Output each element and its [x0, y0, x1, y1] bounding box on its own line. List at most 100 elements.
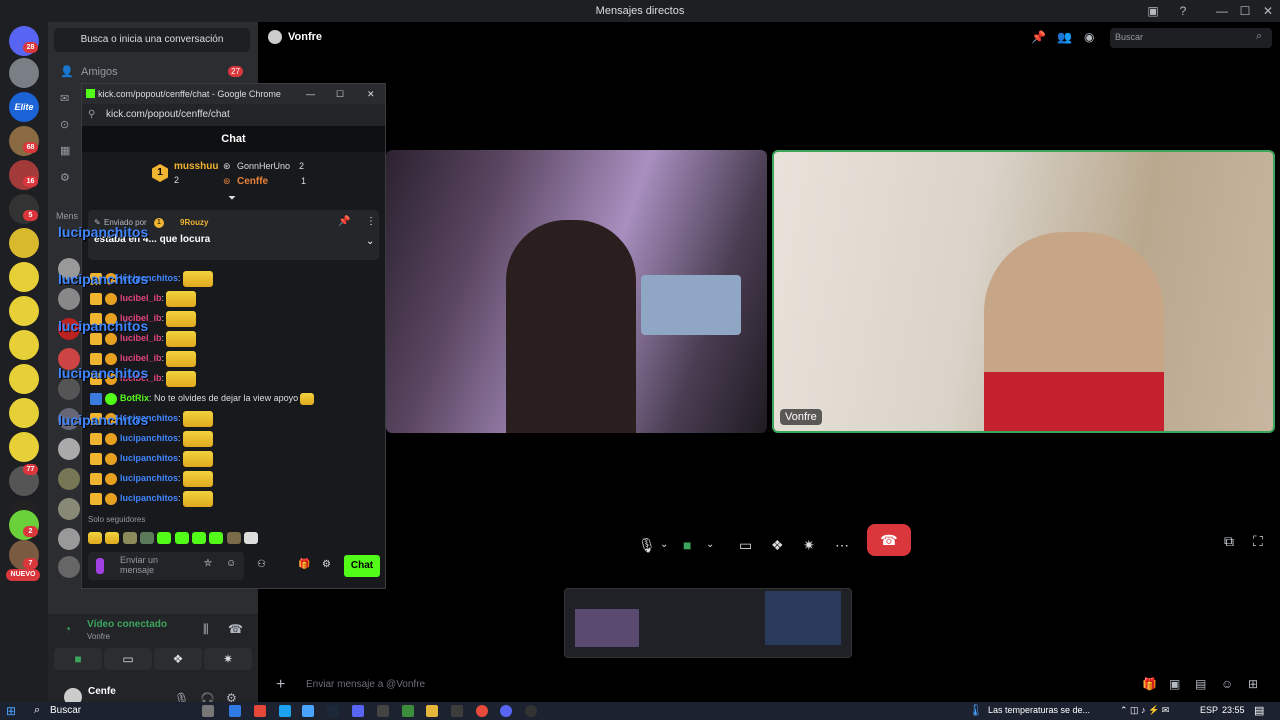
search-input[interactable]: Buscar ⌕ — [1110, 28, 1272, 48]
translate-icon[interactable]: ⛥ — [204, 558, 212, 569]
more-icon[interactable]: ⋮ — [366, 216, 376, 227]
friends-item[interactable]: 👤 Amigos 27 — [56, 61, 252, 83]
tray-icons[interactable]: ⌃ ◫ ♪ ⚡ ✉ — [1120, 705, 1169, 716]
disconnect-icon[interactable]: ☎ — [228, 622, 243, 636]
app-icon[interactable] — [229, 705, 241, 717]
emote-icon[interactable] — [174, 531, 189, 544]
emote-icon[interactable] — [140, 531, 155, 544]
gift-icon[interactable]: 🎁 — [1142, 677, 1157, 691]
camera-button[interactable]: ■ — [54, 648, 102, 670]
chat-username[interactable]: lucipanchitos — [120, 453, 178, 463]
chat-username[interactable]: lucipanchitos — [120, 493, 178, 503]
chat-username[interactable]: lucipanchitos — [120, 433, 178, 443]
screenshare-button[interactable]: ▭ — [104, 648, 152, 670]
server-icon[interactable] — [9, 296, 39, 326]
chat-username[interactable]: lucibel_ib — [120, 353, 162, 363]
soundboard-button[interactable]: ✷ — [204, 648, 252, 670]
dm-avatar[interactable] — [58, 468, 80, 490]
popup-minimize-button[interactable]: — — [306, 84, 315, 104]
emoji-icon[interactable]: ☺ — [1221, 677, 1233, 691]
filter-icon[interactable]: ⏷ — [228, 193, 236, 204]
obs-icon[interactable] — [525, 705, 537, 717]
fullscreen-icon[interactable]: ⛶ — [1253, 524, 1263, 558]
activity-button[interactable]: ❖ — [154, 648, 202, 670]
chat-username[interactable]: lucibel_ib — [120, 293, 162, 303]
dm-avatar[interactable] — [58, 288, 80, 310]
users-icon[interactable]: ⚇ — [257, 559, 266, 570]
steam-icon[interactable] — [327, 705, 339, 717]
popup-url-bar[interactable]: ⚲ kick.com/popout/cenffe/chat — [82, 104, 385, 126]
chat-username[interactable]: lucibel_ib — [120, 333, 162, 343]
help-icon[interactable]: ? — [1171, 0, 1195, 22]
emote-icon[interactable] — [244, 531, 259, 544]
camera-icon[interactable]: ■ — [683, 528, 691, 562]
dm-avatar[interactable] — [58, 378, 80, 400]
close-button[interactable]: ✕ — [1256, 0, 1280, 22]
emote-icon[interactable] — [192, 531, 207, 544]
chevron-down-icon[interactable]: ⌄ — [706, 528, 714, 562]
profile-icon[interactable]: ◉ — [1084, 30, 1094, 44]
server-icon[interactable] — [9, 228, 39, 258]
dm-avatar[interactable] — [58, 556, 80, 578]
video-tile-speaking[interactable]: Vonfre — [772, 150, 1275, 433]
maximize-button[interactable]: ☐ — [1233, 0, 1257, 22]
app-icon[interactable] — [352, 705, 364, 717]
screenshare-icon[interactable]: ▭ — [739, 528, 752, 562]
mic-icon[interactable]: 🎙 — [638, 528, 656, 562]
message-composer[interactable]: + Enviar mensaje a @Vonfre 🎁 ▣ ▤ ☺ ⊞ — [258, 668, 1280, 702]
emote-icon[interactable] — [122, 531, 137, 544]
app-icon[interactable] — [377, 705, 389, 717]
send-chat-button[interactable]: Chat — [344, 555, 380, 577]
chat-input[interactable]: Enviar un mensaje ⛥ ☺ — [88, 552, 244, 580]
popout-icon[interactable]: ⧉ — [1224, 524, 1234, 558]
clock[interactable]: 23:55 — [1222, 705, 1245, 715]
video-tile[interactable] — [386, 150, 767, 433]
site-info-icon[interactable]: ⚲ — [88, 104, 95, 126]
add-friend-icon[interactable]: 👥 — [1057, 30, 1072, 44]
server-icon[interactable] — [9, 364, 39, 394]
emote-bar[interactable] — [88, 530, 288, 544]
gift-icon[interactable]: 🎁 — [298, 559, 310, 570]
chrome-icon[interactable] — [476, 705, 488, 717]
add-attachment-icon[interactable]: + — [276, 676, 285, 694]
server-elite-icon[interactable]: Elite — [9, 92, 39, 122]
server-icon[interactable] — [9, 398, 39, 428]
app-icon[interactable] — [451, 705, 463, 717]
minimize-button[interactable]: — — [1210, 0, 1234, 22]
chevron-down-icon[interactable]: ⌄ — [660, 528, 668, 562]
store-icon[interactable] — [302, 705, 314, 717]
chevron-down-icon[interactable]: ⌄ — [366, 236, 374, 247]
apps-icon[interactable]: ⊞ — [1248, 677, 1258, 691]
emote-icon[interactable] — [226, 531, 241, 544]
dm-avatar[interactable] — [58, 528, 80, 550]
taskbar-search-label[interactable]: Buscar — [50, 705, 81, 716]
windows-start-icon[interactable]: ⊞ — [6, 704, 16, 718]
inbox-icon[interactable]: ▣ — [1141, 0, 1165, 22]
chat-username[interactable]: lucipanchitos — [120, 473, 178, 483]
emote-icon[interactable] — [209, 531, 224, 544]
emoji-icon[interactable]: ☺ — [226, 558, 236, 569]
edge-icon[interactable] — [279, 705, 291, 717]
pinned-sender[interactable]: 9Rouzy — [180, 218, 208, 227]
notifications-icon[interactable]: ▤ — [1254, 704, 1264, 717]
leaderboard-second-name[interactable]: GonnHerUno — [237, 161, 290, 171]
search-conversation-button[interactable]: Busca o inicia una conversación — [54, 28, 250, 52]
activity-icon[interactable]: ❖ — [771, 528, 784, 562]
taskview-icon[interactable] — [202, 705, 214, 717]
server-icon[interactable] — [9, 432, 39, 462]
screen-share-preview[interactable] — [564, 588, 852, 658]
server-icon[interactable] — [9, 58, 39, 88]
discord-icon[interactable] — [500, 705, 512, 717]
unpin-icon[interactable]: 📌 — [338, 216, 350, 227]
server-icon[interactable] — [9, 330, 39, 360]
chat-username[interactable]: BotRix — [120, 393, 149, 403]
hangup-button[interactable]: ☎ — [867, 524, 911, 556]
app-icon[interactable] — [402, 705, 414, 717]
sticker-icon[interactable]: ▤ — [1195, 677, 1206, 691]
gif-icon[interactable]: ▣ — [1169, 677, 1180, 691]
noise-suppression-icon[interactable]: ⫼ — [203, 622, 209, 637]
popup-close-button[interactable]: ✕ — [367, 84, 375, 104]
folder-icon[interactable] — [426, 705, 438, 717]
soundboard-icon[interactable]: ✷ — [803, 528, 815, 562]
dm-avatar[interactable] — [58, 498, 80, 520]
